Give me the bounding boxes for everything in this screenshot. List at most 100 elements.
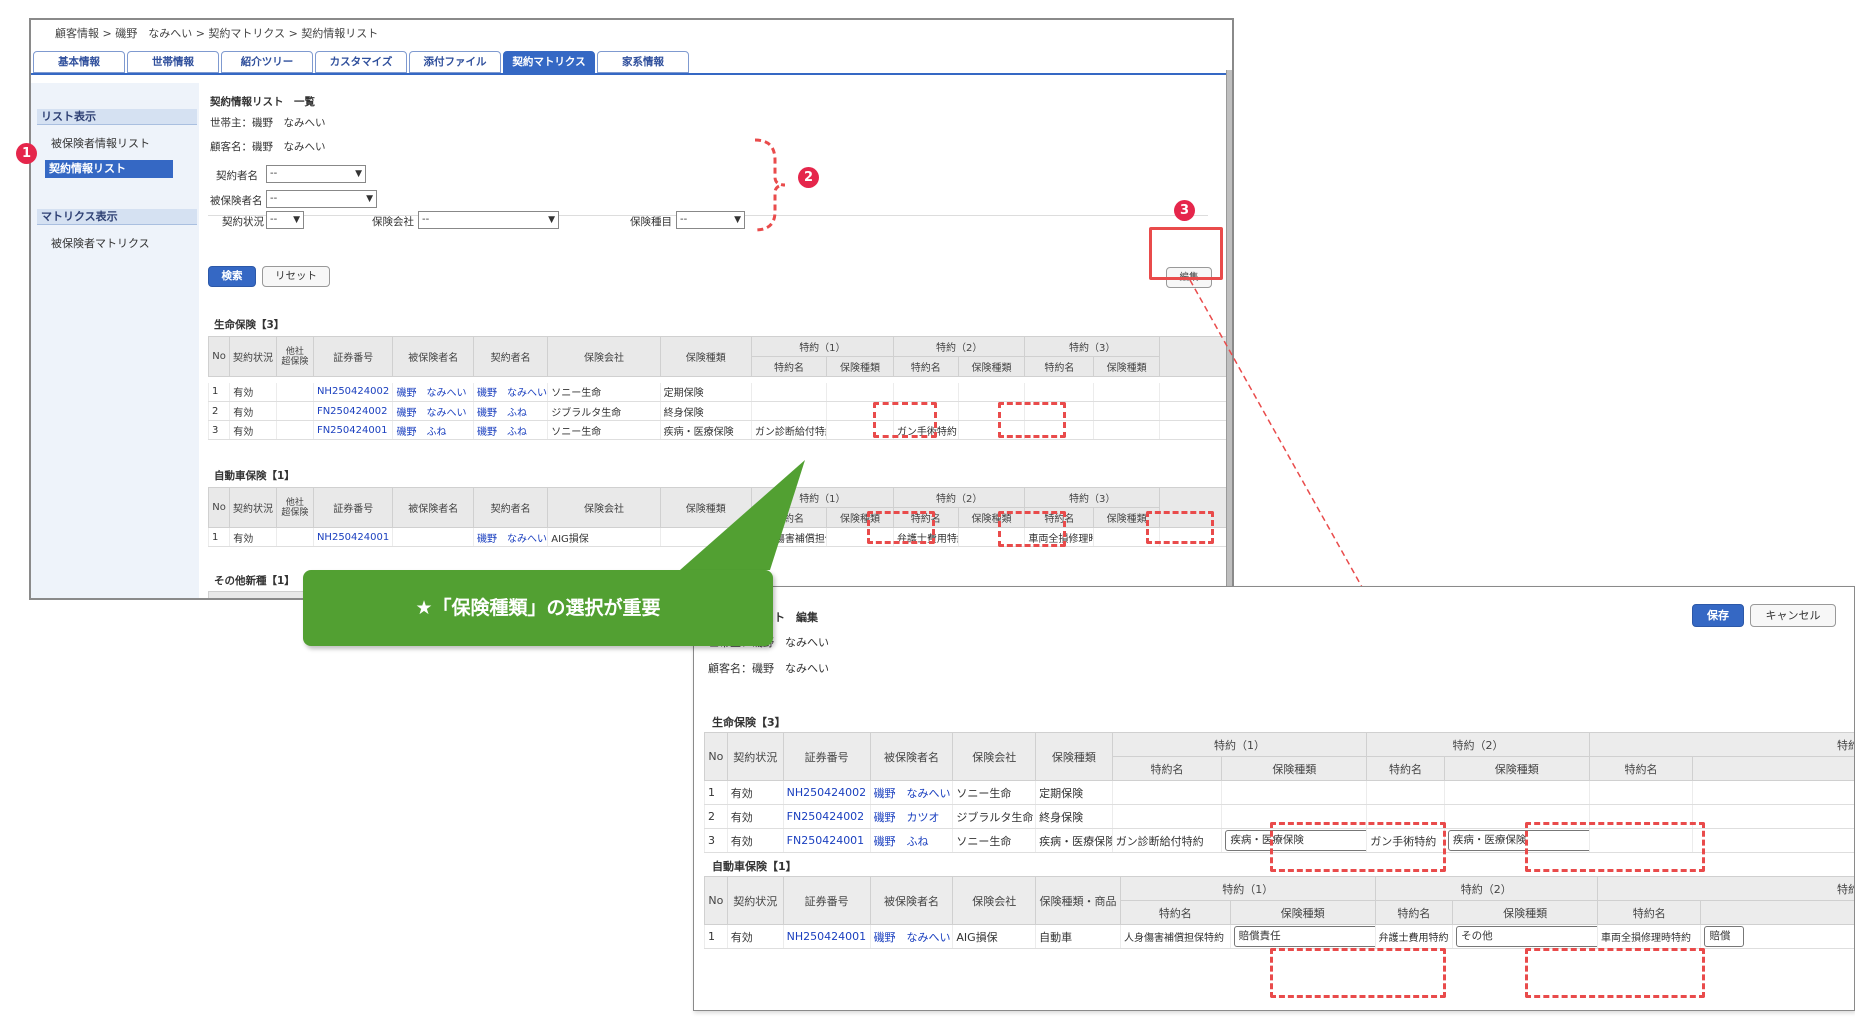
policy-link[interactable]: NH250424001 xyxy=(782,924,871,949)
cell-rider3-name xyxy=(1588,780,1693,805)
auto-rider2-type-select[interactable]: その他▼ xyxy=(1456,926,1598,947)
cell-no: 1 xyxy=(207,527,230,547)
policy-link[interactable]: FN250424001 xyxy=(312,420,393,440)
tab-referral-tree[interactable]: 紹介ツリー xyxy=(221,51,313,73)
cell-rider1-type xyxy=(826,382,894,402)
tab-underline xyxy=(31,73,1232,75)
col-status: 契約状況 xyxy=(229,336,277,377)
tab-basic-info[interactable]: 基本情報 xyxy=(33,51,125,73)
col-status: 契約状況 xyxy=(229,487,277,528)
col-company: 保険会社 xyxy=(952,732,1037,781)
chevron-down-icon: ▼ xyxy=(355,169,362,179)
col-company: 保険会社 xyxy=(547,487,661,528)
tab-customize[interactable]: カスタマイズ xyxy=(315,51,407,73)
cell-no: 1 xyxy=(207,382,230,402)
policy-link[interactable]: FN250424001 xyxy=(782,828,871,853)
contractor-select-value: -- xyxy=(270,168,278,179)
col-company: 保険会社 xyxy=(547,336,661,377)
company-filter-label: 保険会社 xyxy=(372,216,414,228)
cell-no: 2 xyxy=(207,401,230,421)
cell-rider3-type xyxy=(1093,401,1160,421)
insured-link[interactable] xyxy=(392,527,474,547)
tab-contract-matrix[interactable]: 契約マトリクス xyxy=(503,51,595,73)
col-rider2: 特約（2） xyxy=(892,487,1026,508)
insured-select[interactable]: -- ▼ xyxy=(266,190,377,208)
col-type-product: 保険種類・商品 xyxy=(1035,876,1121,925)
insured-link[interactable]: 磯野 カツオ xyxy=(869,804,953,829)
cancel-button[interactable]: キャンセル xyxy=(1750,604,1836,627)
col-no: No xyxy=(704,876,728,925)
col-rider2-type: 保険種類 xyxy=(957,356,1026,377)
save-button[interactable]: 保存 xyxy=(1692,604,1744,627)
cell-rider2-name xyxy=(1366,780,1445,805)
tab-household[interactable]: 世帯情報 xyxy=(127,51,219,73)
reset-button[interactable]: リセット xyxy=(262,266,330,287)
sidebar-item-insured-list[interactable]: 被保険者情報リスト xyxy=(51,135,150,151)
category-filter-label: 保険種目 xyxy=(630,216,672,228)
contractor-link[interactable]: 磯野 ふね xyxy=(473,420,548,440)
cell-rider2-name xyxy=(892,382,959,402)
policy-link[interactable]: NH250424002 xyxy=(782,780,871,805)
col-rider3-name: 特約名 xyxy=(1597,900,1702,925)
category-select[interactable]: -- ▼ xyxy=(676,211,745,229)
col-rider3-name: 特約名 xyxy=(1024,356,1095,377)
contractor-link[interactable]: 磯野 なみへい xyxy=(473,527,548,547)
cell-rider3-name: 車両全損修理時特約 xyxy=(1597,924,1701,949)
contractor-link[interactable]: 磯野 なみへい xyxy=(473,382,548,402)
sidebar-item-insured-matrix[interactable]: 被保険者マトリクス xyxy=(51,235,150,251)
policy-link[interactable]: FN250424002 xyxy=(312,401,393,421)
search-button[interactable]: 検索 xyxy=(208,266,256,287)
col-status: 契約状況 xyxy=(726,876,784,925)
col-rider1-name: 特約名 xyxy=(1111,756,1223,781)
edit-life-insurance-title: 生命保険【3】 xyxy=(712,716,786,729)
cell-rider3-type: 賠償 xyxy=(1700,924,1854,949)
policy-link[interactable]: NH250424001 xyxy=(312,527,393,547)
contractor-select[interactable]: -- ▼ xyxy=(266,165,366,183)
company-select[interactable]: -- ▼ xyxy=(418,211,559,229)
breadcrumb: 顧客情報 > 磯野 なみへい > 契約マトリクス > 契約情報リスト xyxy=(55,27,379,40)
col-other-super-line2: 超保険 xyxy=(281,507,309,518)
col-rider3: 特約 xyxy=(1597,876,1854,901)
policy-link[interactable]: FN250424002 xyxy=(782,804,871,829)
auto-rider3-type-select[interactable]: 賠償 xyxy=(1704,926,1745,947)
col-rider1-type: 保険種類 xyxy=(1229,900,1376,925)
col-rider1: 特約（1） xyxy=(1119,876,1376,901)
sidebar: リスト表示 被保険者情報リスト 契約情報リスト マトリクス表示 被保険者マトリク… xyxy=(31,83,199,598)
tab-attachments[interactable]: 添付ファイル xyxy=(409,51,501,73)
cell-rider2-type: その他▼ xyxy=(1452,924,1598,949)
col-rider1: 特約（1） xyxy=(750,336,894,357)
insured-link[interactable]: 磯野 なみへい xyxy=(392,382,474,402)
company-select-value: -- xyxy=(422,214,430,225)
cell-type: 自動車 xyxy=(1035,924,1121,949)
col-rider1-name: 特約名 xyxy=(750,356,828,377)
cell-type: 定期保険 xyxy=(1035,780,1113,805)
table-row: 1 有効 NH250424001 磯野 なみへい AIG損保 自動車 人身傷害補… xyxy=(704,924,1854,949)
insured-link[interactable]: 磯野 ふね xyxy=(392,420,474,440)
cell-status: 有効 xyxy=(229,401,277,421)
col-rider1-type: 保険種類 xyxy=(1221,756,1368,781)
auto-insurance-title: 自動車保険【1】 xyxy=(214,470,295,482)
col-type: 保険種類 xyxy=(1035,732,1113,781)
insured-link[interactable]: 磯野 なみへい xyxy=(869,924,953,949)
tab-family-tree[interactable]: 家系情報 xyxy=(597,51,689,73)
sidebar-item-contract-list[interactable]: 契約情報リスト xyxy=(45,160,173,178)
policy-link[interactable]: NH250424002 xyxy=(312,382,393,402)
insured-link[interactable]: 磯野 なみへい xyxy=(392,401,474,421)
auto-rider1-type-select[interactable]: 賠償責任▼ xyxy=(1233,926,1376,947)
cell-status: 有効 xyxy=(726,828,784,853)
cell-company: ソニー生命 xyxy=(547,420,661,440)
col-rider2: 特約（2） xyxy=(1366,732,1590,757)
col-rider3: 特約 xyxy=(1588,732,1854,757)
insured-link[interactable]: 磯野 ふね xyxy=(869,828,953,853)
status-select[interactable]: -- ▼ xyxy=(266,211,304,229)
col-rider1-name: 特約名 xyxy=(1119,900,1231,925)
contractor-link[interactable]: 磯野 ふね xyxy=(473,401,548,421)
chevron-down-icon: ▼ xyxy=(366,194,373,204)
step-2-marker: 2 xyxy=(798,167,819,188)
insured-link[interactable]: 磯野 なみへい xyxy=(869,780,953,805)
sidebar-section-matrix: マトリクス表示 xyxy=(37,209,197,225)
cell-other-super xyxy=(275,382,314,402)
cell-rider3-extra xyxy=(1692,804,1854,829)
col-policy-no: 証券番号 xyxy=(782,732,871,781)
rider2-type-select-value: 疾病・医療保険 xyxy=(1452,834,1527,846)
